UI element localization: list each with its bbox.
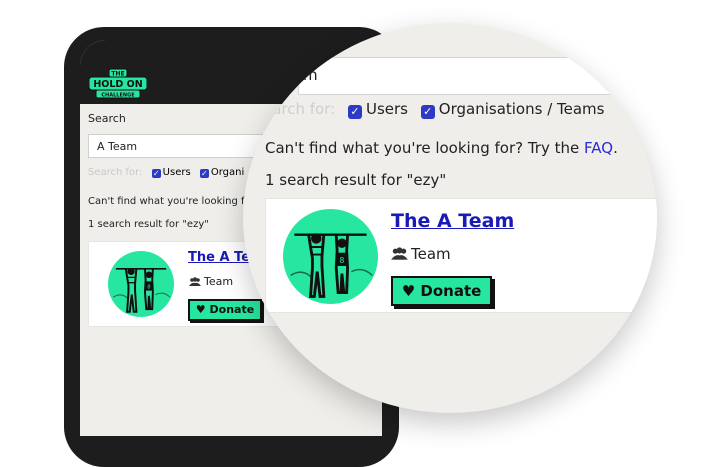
checkbox-checked-icon[interactable]: ✓: [151, 169, 161, 178]
logo-text-top: THE: [111, 71, 124, 78]
logo-text-bottom: CHALLENGE: [101, 93, 135, 99]
search-input-magnified[interactable]: m: [298, 57, 657, 95]
orgs-filter-label[interactable]: Organi: [211, 167, 244, 178]
result-count-magnified: 1 search result for "ezy": [265, 171, 447, 189]
hold-on-challenge-logo[interactable]: THE HOLD ON CHALLENGE: [89, 66, 147, 100]
checkbox-checked-icon[interactable]: ✓: [199, 169, 209, 178]
checkbox-checked-icon[interactable]: ✓: [420, 105, 435, 119]
checkbox-checked-icon[interactable]: ✓: [347, 105, 362, 119]
heart-icon: ♥: [195, 303, 206, 316]
result-type-label: Team: [411, 245, 451, 263]
search-filters: Search for: ✓ Users ✓ Organi: [88, 167, 244, 178]
help-text: Can't find what you're looking fo: [88, 196, 251, 207]
result-count: 1 search result for "ezy": [88, 219, 209, 230]
help-text: Can't find what you're looking for? Try …: [265, 139, 580, 157]
result-name-link[interactable]: The A Team: [391, 210, 514, 232]
users-icon: [189, 277, 201, 286]
result-type-label: Team: [204, 275, 234, 288]
search-filters-magnified: earch for: ✓ Users ✓ Organisations / Teams: [263, 100, 604, 119]
donate-button[interactable]: ♥ Donate: [391, 276, 492, 306]
filters-label: earch for:: [263, 100, 336, 118]
heart-icon: ♥: [401, 282, 416, 300]
help-text-magnified: Can't find what you're looking for? Try …: [265, 139, 618, 157]
magnifier-lens: m earch for: ✓ Users ✓ Organisations / Tea…: [243, 23, 657, 413]
donate-label: Donate: [420, 282, 482, 300]
users-filter-label[interactable]: Users: [366, 100, 408, 118]
faq-link[interactable]: FAQ: [584, 139, 613, 157]
logo-text-main: HOLD ON: [93, 79, 142, 90]
result-type: Team: [189, 275, 233, 288]
filters-label: Search for:: [88, 167, 143, 178]
search-label: Search: [88, 112, 126, 125]
users-icon: [391, 247, 408, 260]
team-avatar[interactable]: [108, 251, 174, 317]
team-avatar[interactable]: [283, 209, 378, 304]
users-filter-label[interactable]: Users: [163, 167, 191, 178]
result-type: Team: [391, 245, 451, 263]
orgs-filter-label[interactable]: Organisations / Teams: [439, 100, 605, 118]
result-card-magnified[interactable]: The A Team Team ♥ Donate: [265, 198, 657, 313]
